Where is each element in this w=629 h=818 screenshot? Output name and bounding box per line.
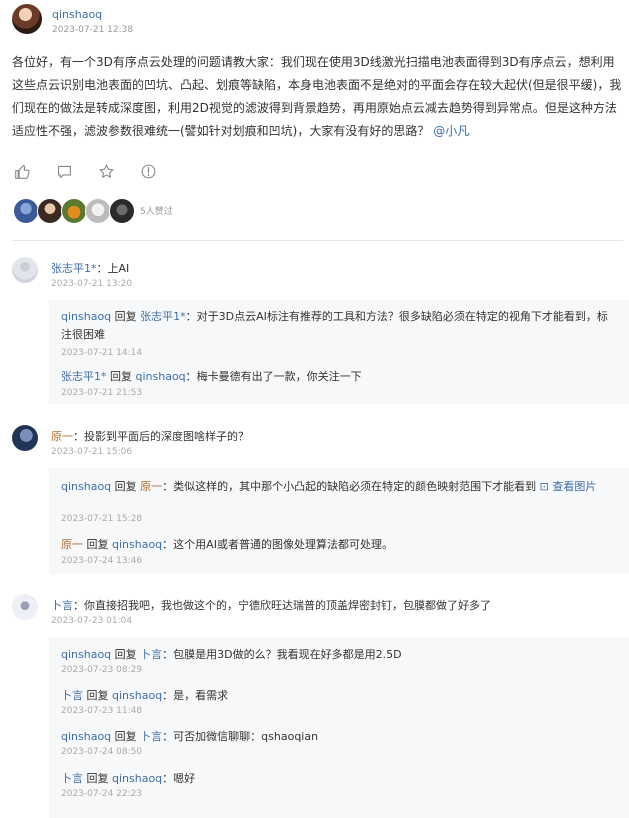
liker-avatar[interactable] <box>13 198 39 224</box>
author-name[interactable]: qinshaoq <box>52 8 102 21</box>
likes-count: 5人赞过 <box>140 207 173 217</box>
reply-text: 卜言 回复 qinshaoq：嗯好 <box>61 772 196 785</box>
reply-text: qinshaoq 回复 卜言：可否加微信聊聊：qshaoqian <box>61 730 319 743</box>
comment-time: 2023-07-21 15:06 <box>51 447 133 457</box>
divider <box>12 240 623 241</box>
like-icon[interactable] <box>14 163 31 180</box>
reply-text: 卜言 回复 qinshaoq：是，看需求 <box>61 689 229 702</box>
reply-time: 2023-07-24 08:50 <box>61 747 143 757</box>
liker-avatar[interactable] <box>37 198 63 224</box>
author-avatar[interactable] <box>12 4 42 34</box>
reply-time: 2023-07-21 15:28 <box>61 514 143 524</box>
mention-link[interactable]: @小凡 <box>433 124 469 138</box>
comment-text: 原一：投影到平面后的深度图啥样子的？ <box>51 430 249 443</box>
comment-thread: 张志平1*：上AI 2023-07-21 13:20 qinshaoq 回复 张… <box>12 257 629 407</box>
report-icon[interactable] <box>140 163 157 180</box>
comment-time: 2023-07-21 13:20 <box>51 279 133 289</box>
post-actions <box>14 163 157 180</box>
comment-thread: 卜言：你直接招我吧，我也做这个的，宁德欣旺达瑞普的顶盖焊密封钉，包膜都做了好多了… <box>12 594 629 818</box>
reply-text: qinshaoq 回复 张志平1*：对于3D点云AI标注有推荐的工具和方法？很多… <box>61 310 608 341</box>
reply-time: 2023-07-24 22:23 <box>61 789 143 799</box>
comment-author[interactable]: 张志平1* <box>51 262 97 275</box>
post-time: 2023-07-21 12:38 <box>52 25 134 35</box>
reply-box: qinshaoq 回复 原一：类似这样的，其中那个小凸起的缺陷必须在特定的颜色映… <box>49 468 629 574</box>
comment-time: 2023-07-23 01:04 <box>51 616 133 626</box>
favorite-icon[interactable] <box>98 163 115 180</box>
reply-time: 2023-07-21 14:14 <box>61 348 143 358</box>
view-image-link[interactable]: ⊡ 查看图片 <box>540 480 597 493</box>
comment-thread: 原一：投影到平面后的深度图啥样子的？ 2023-07-21 15:06 qins… <box>12 425 629 575</box>
post-body: 各位好，有一个3D有序点云处理的问题请教大家：我们现在使用3D线激光扫描电池表面… <box>12 51 624 143</box>
reply-text: 张志平1* 回复 qinshaoq：梅卡曼德有出了一款，你关注一下 <box>61 370 362 383</box>
liker-avatar[interactable] <box>109 198 135 224</box>
comment-icon[interactable] <box>56 163 73 180</box>
reply-time: 2023-07-23 11:48 <box>61 706 143 716</box>
comment-text: 卜言：你直接招我吧，我也做这个的，宁德欣旺达瑞普的顶盖焊密封钉，包膜都做了好多了 <box>51 599 491 612</box>
comment-author[interactable]: 卜言 <box>51 599 73 612</box>
comment-text: 张志平1*：上AI <box>51 262 130 275</box>
reply-time: 2023-07-21 21:53 <box>61 388 143 398</box>
liker-avatar[interactable] <box>85 198 111 224</box>
reply-text: qinshaoq 回复 原一：类似这样的，其中那个小凸起的缺陷必须在特定的颜色映… <box>61 480 597 493</box>
commenter-avatar[interactable] <box>12 425 38 451</box>
reply-time: 2023-07-24 13:46 <box>61 556 143 566</box>
reply-box: qinshaoq 回复 张志平1*：对于3D点云AI标注有推荐的工具和方法？很多… <box>49 300 629 404</box>
commenter-avatar[interactable] <box>12 257 38 283</box>
reply-time: 2023-07-23 08:29 <box>61 665 143 675</box>
commenter-avatar[interactable] <box>12 594 38 620</box>
liker-avatar[interactable] <box>61 198 87 224</box>
reply-text: qinshaoq 回复 卜言：包膜是用3D做的么？我看现在好多都是用2.5D <box>61 648 402 661</box>
reply-text: 原一 回复 qinshaoq：这个用AI或者普通的图像处理算法都可处理。 <box>61 538 393 551</box>
comment-author[interactable]: 原一 <box>51 430 73 443</box>
post-text: 各位好，有一个3D有序点云处理的问题请教大家：我们现在使用3D线激光扫描电池表面… <box>12 55 622 138</box>
reply-box: qinshaoq 回复 卜言：包膜是用3D做的么？我看现在好多都是用2.5D 2… <box>49 637 629 818</box>
